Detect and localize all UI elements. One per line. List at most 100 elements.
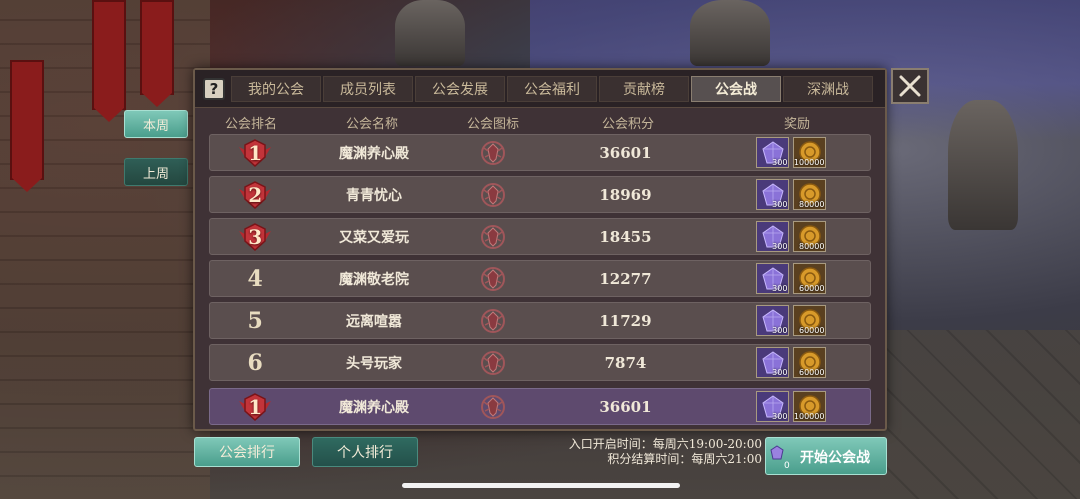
tab-guild-development[interactable]: 公会发展 [415, 75, 505, 102]
guild-score: 7874 [604, 353, 647, 372]
gold-coin-icon[interactable]: 100000 [793, 137, 827, 168]
table-header: 公会排名 公会名称 公会图标 公会积分 奖励 [205, 110, 877, 134]
purple-gem-icon [770, 445, 784, 465]
tab-guild-benefits[interactable]: 公会福利 [507, 75, 597, 102]
question-mark-icon[interactable]: ? [203, 77, 225, 100]
guild-name: 魔渊养心殿 [339, 399, 410, 416]
personal-ranking-button[interactable]: 个人排行 [312, 437, 418, 467]
tab-guild-war[interactable]: 公会战 [691, 75, 781, 102]
reward-cell: 300 60000 [713, 263, 870, 294]
table-row[interactable]: 2 青青忧心 18969 300 80000 [209, 176, 871, 213]
purple-gem-icon[interactable]: 300 [756, 221, 790, 252]
guild-emblem-icon [448, 181, 538, 209]
ranking-list: 1 魔渊养心殿 36601 300 100000 2 青青忧心 18969 300 80000 3 又… [209, 134, 871, 386]
gem-amount: 300 [772, 242, 788, 251]
gold-coin-icon[interactable]: 60000 [793, 305, 827, 336]
winged-badge-icon: 1 [237, 392, 273, 421]
purple-gem-icon[interactable]: 300 [756, 347, 790, 378]
guild-name: 青青忧心 [346, 187, 403, 204]
reward-cell: 300 60000 [713, 305, 870, 336]
rank-number: 3 [248, 224, 263, 249]
rank-number: 2 [248, 182, 263, 207]
table-row[interactable]: 1 魔渊养心殿 36601 300 100000 [209, 134, 871, 171]
table-row[interactable]: 3 又菜又爱玩 18455 300 80000 [209, 218, 871, 255]
header-emblem: 公会图标 [466, 116, 519, 132]
background-banner [10, 60, 44, 192]
tab-bar: ? 我的公会 成员列表 公会发展 公会福利 贡献榜 公会战 深渊战 [195, 70, 885, 108]
rank-cell: 1 [210, 138, 300, 167]
guild-emblem-icon [448, 139, 538, 167]
rank-number: 1 [248, 394, 263, 419]
background-floor [880, 330, 1080, 499]
background-statue [690, 0, 770, 66]
gem-amount: 300 [772, 368, 788, 377]
header-name: 公会名称 [345, 116, 398, 132]
close-x-icon[interactable] [891, 68, 929, 104]
gold-coin-icon[interactable]: 60000 [793, 347, 827, 378]
gold-coin-icon[interactable]: 100000 [793, 391, 827, 422]
tab-this-week[interactable]: 本周 [124, 110, 188, 138]
rank-number: 1 [248, 140, 263, 165]
gold-coin-icon[interactable]: 80000 [793, 179, 827, 210]
coin-amount: 100000 [793, 412, 825, 421]
gem-amount: 300 [772, 412, 788, 421]
background-banner [92, 0, 126, 122]
rank-cell: 5 [210, 308, 300, 334]
my-guild-row[interactable]: 1 魔渊养心殿 36601 300 100000 [209, 388, 871, 425]
guild-score: 18455 [599, 227, 652, 246]
guild-name: 远离喧嚣 [346, 313, 403, 330]
guild-emblem-icon [448, 307, 538, 335]
tab-last-week[interactable]: 上周 [124, 158, 188, 186]
background-statue [395, 0, 465, 66]
header-reward: 奖励 [783, 116, 810, 132]
purple-gem-icon[interactable]: 300 [756, 305, 790, 336]
my-guild-row-wrap: 1 魔渊养心殿 36601 300 100000 [209, 388, 871, 430]
gem-amount: 300 [772, 284, 788, 293]
purple-gem-icon[interactable]: 300 [756, 137, 790, 168]
purple-gem-icon[interactable]: 300 [756, 263, 790, 294]
coin-amount: 80000 [798, 200, 825, 209]
rank-cell: 6 [210, 350, 300, 376]
tab-contribution-ranking[interactable]: 贡献榜 [599, 75, 689, 102]
guild-emblem-icon [448, 265, 538, 293]
gem-amount: 300 [772, 158, 788, 167]
guild-war-panel: ? 我的公会 成员列表 公会发展 公会福利 贡献榜 公会战 深渊战 公会排名 公… [193, 68, 887, 431]
gem-amount: 300 [772, 326, 788, 335]
gem-amount: 300 [772, 200, 788, 209]
gold-coin-icon[interactable]: 60000 [793, 263, 827, 294]
gold-coin-icon[interactable]: 80000 [793, 221, 827, 252]
guild-name: 又菜又爱玩 [339, 229, 410, 246]
background-statue [948, 100, 1018, 230]
guild-ranking-button[interactable]: 公会排行 [194, 437, 300, 467]
tab-member-list[interactable]: 成员列表 [323, 75, 413, 102]
header-score: 公会积分 [601, 116, 654, 132]
tab-abyss-war[interactable]: 深渊战 [783, 75, 873, 102]
rank-cell: 4 [210, 266, 300, 292]
background-banner [140, 0, 174, 107]
reward-cell: 300 100000 [713, 391, 870, 422]
purple-gem-icon[interactable]: 300 [756, 179, 790, 210]
table-row[interactable]: 6 头号玩家 7874 300 60000 [209, 344, 871, 381]
reward-cell: 300 100000 [713, 137, 870, 168]
home-indicator[interactable] [402, 483, 680, 488]
guild-score: 11729 [599, 311, 652, 330]
purple-gem-icon[interactable]: 300 [756, 391, 790, 422]
schedule-info: 入口开启时间：每周六19:00-20:00 积分结算时间：每周六21:00 [569, 437, 762, 467]
coin-amount: 100000 [793, 158, 825, 167]
guild-emblem-icon [448, 349, 538, 377]
rank-number: 4 [247, 265, 263, 292]
guild-emblem-icon [448, 223, 538, 251]
winged-badge-icon: 1 [237, 138, 273, 167]
rank-cell: 3 [210, 222, 300, 251]
start-guild-war-button[interactable]: 0 开始公会战 [765, 437, 887, 475]
settle-time-text: 积分结算时间：每周六21:00 [607, 452, 762, 466]
rank-number: 5 [247, 307, 263, 334]
table-row[interactable]: 5 远离喧嚣 11729 300 60000 [209, 302, 871, 339]
start-button-label: 开始公会战 [800, 450, 870, 466]
coin-amount: 60000 [798, 284, 825, 293]
reward-cell: 300 80000 [713, 221, 870, 252]
guild-score: 36601 [599, 397, 652, 416]
table-row[interactable]: 4 魔渊敬老院 12277 300 60000 [209, 260, 871, 297]
tab-my-guild[interactable]: 我的公会 [231, 75, 321, 102]
entry-time-text: 入口开启时间：每周六19:00-20:00 [568, 437, 762, 451]
